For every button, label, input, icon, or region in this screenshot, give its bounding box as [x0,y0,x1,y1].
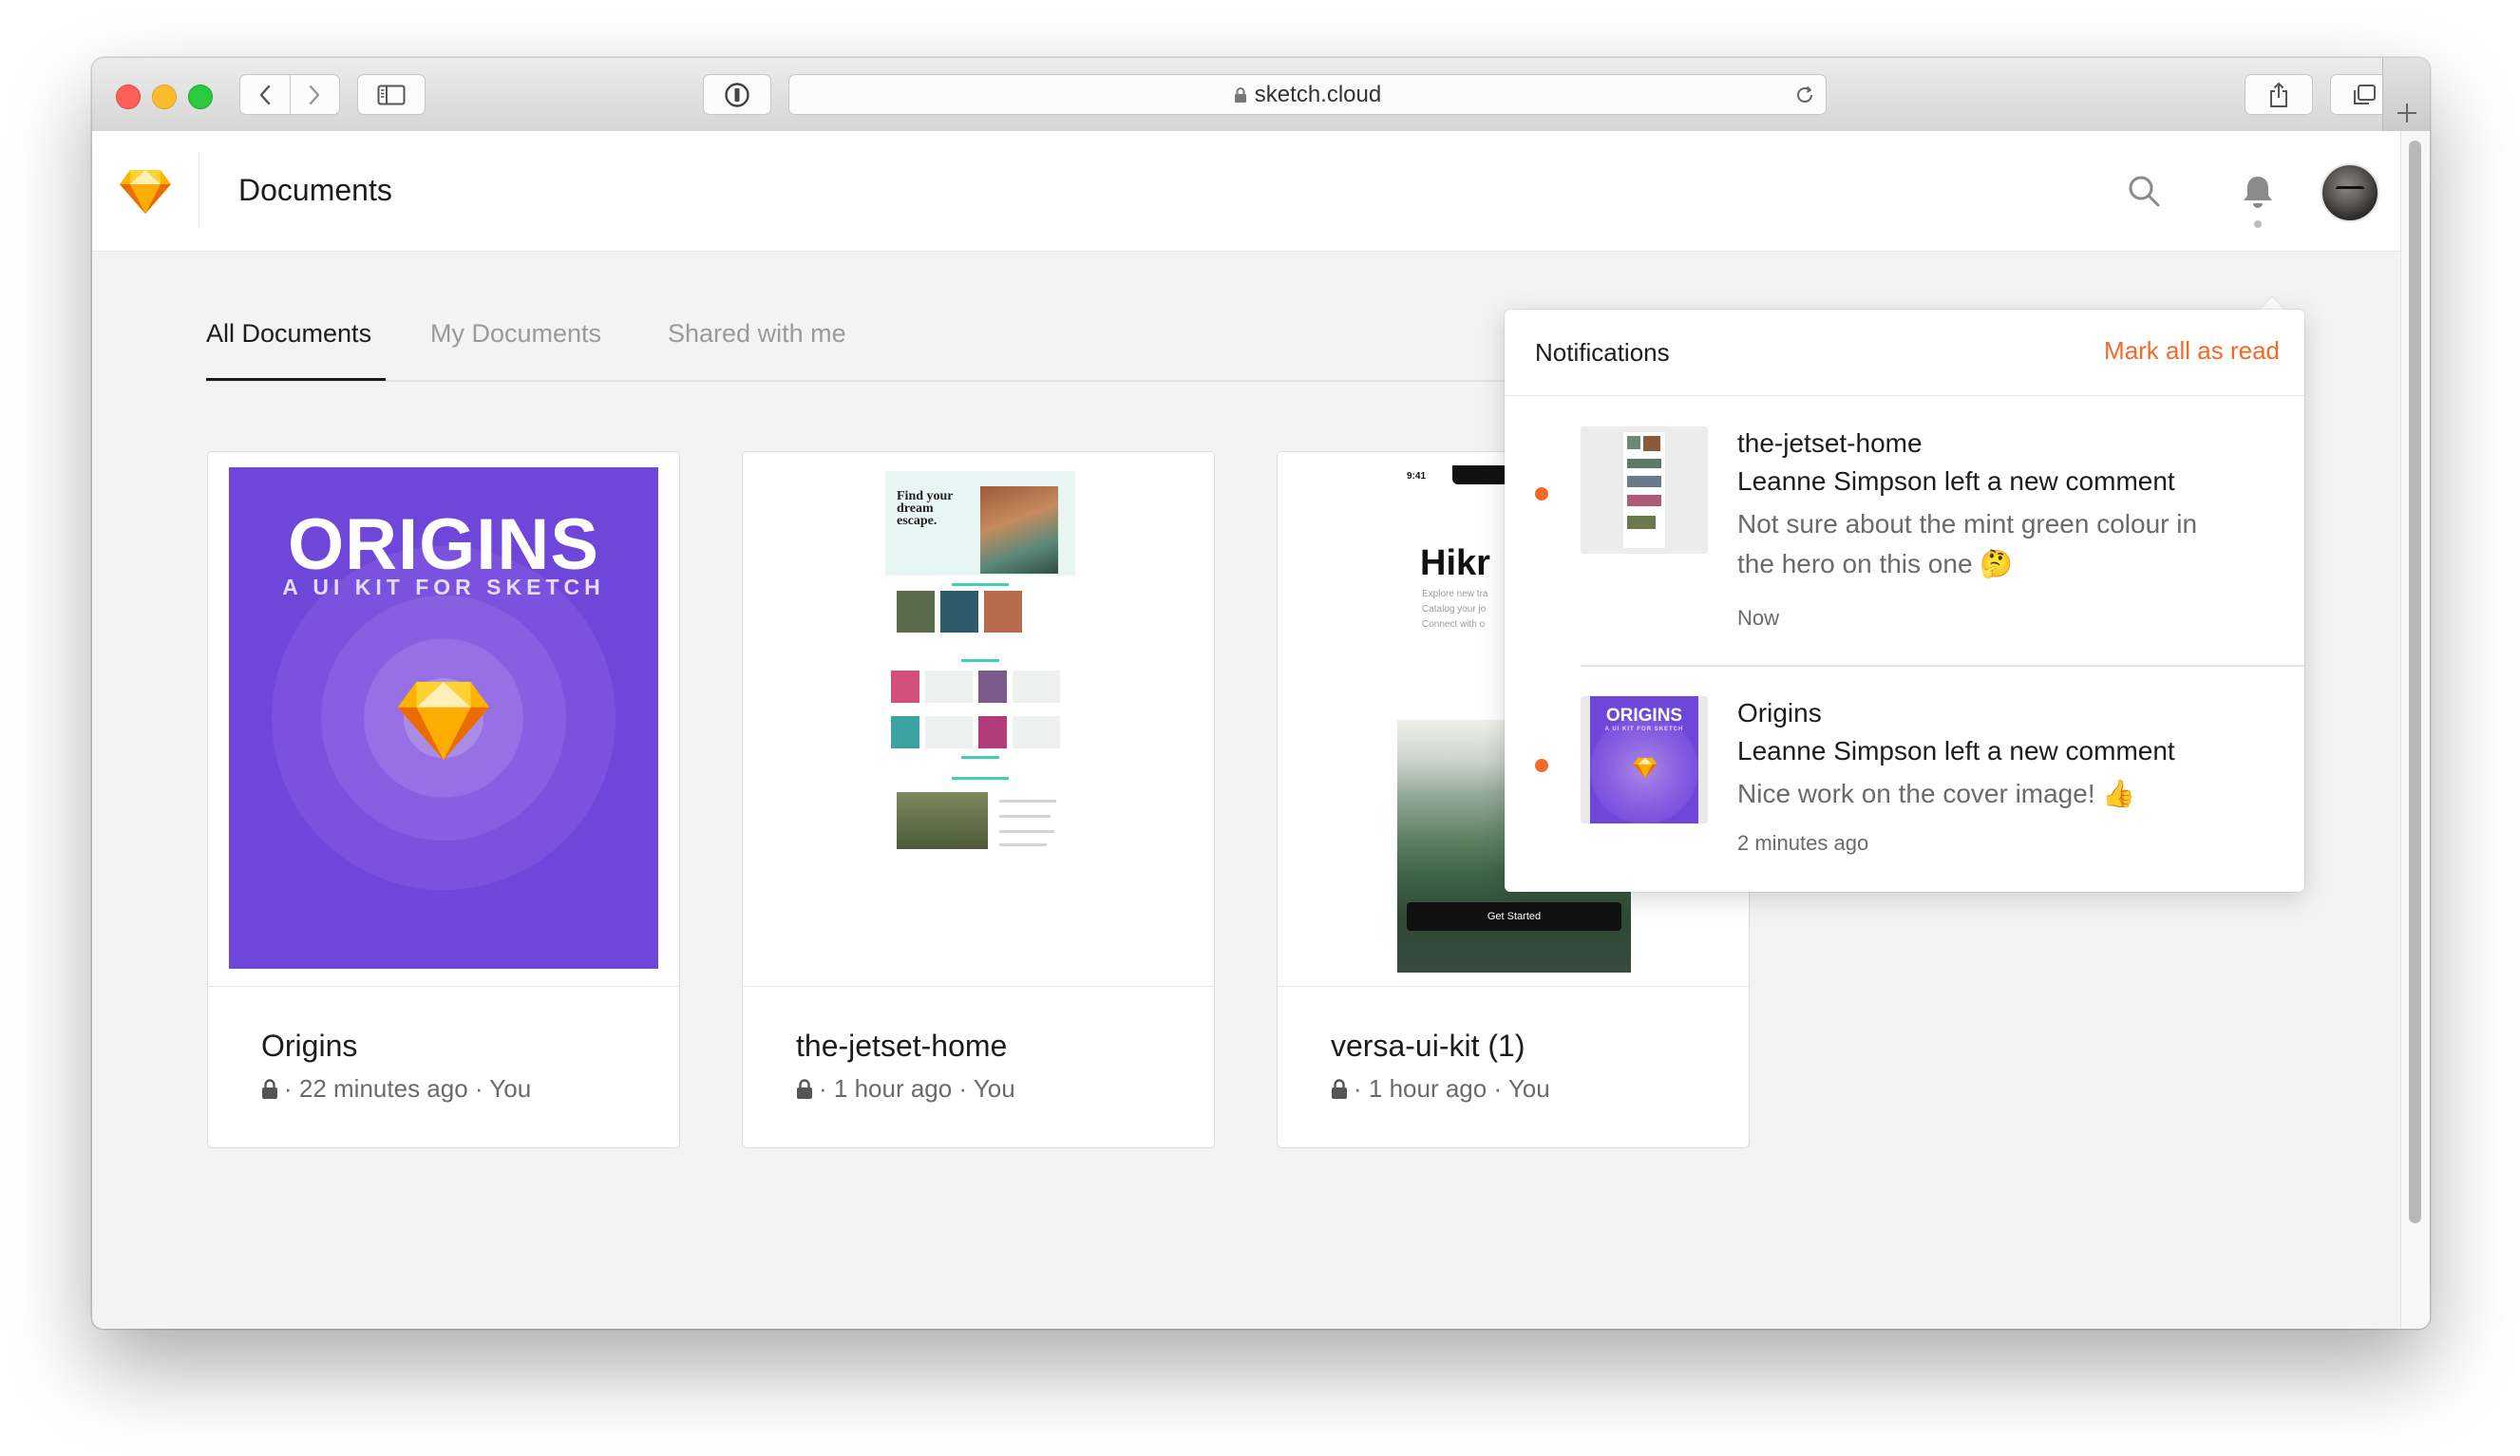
document-card-origins[interactable]: ORIGINS A UI KIT FOR SKETCH Origins · 22… [207,451,680,1148]
page-title: Documents [238,173,392,207]
lock-icon [262,1078,277,1099]
document-title[interactable]: Origins [261,1029,357,1064]
url-text: sketch.cloud [1254,81,1382,107]
unread-dot [1535,759,1548,772]
notifications-popover: Notifications Mark all as read the-jetse… [1505,310,2304,892]
page-content: Documents All Documents My Documents Sha… [92,131,2401,1329]
mark-all-read-button[interactable]: Mark all as read [2104,336,2280,366]
document-meta: · 1 hour ago · You [1331,1074,1550,1104]
notification-item[interactable]: ORIGINS A UI KIT FOR SKETCH Origins Lean… [1505,665,2304,935]
notification-action: Leanne Simpson left a new comment [1737,736,2175,766]
browser-window: sketch.cloud Documents All Documents My … [92,58,2430,1329]
lock-icon [1234,86,1246,103]
minimize-window-button[interactable] [152,85,177,109]
share-button[interactable] [2245,74,2313,115]
reload-icon[interactable] [1793,84,1816,106]
bell-icon[interactable] [2239,174,2277,210]
lock-icon [797,1078,812,1099]
notification-thumbnail: ORIGINS A UI KIT FOR SKETCH [1581,696,1708,823]
document-thumbnail[interactable]: ORIGINS A UI KIT FOR SKETCH [208,452,679,987]
origins-cover-image: ORIGINS A UI KIT FOR SKETCH [229,467,658,969]
document-title[interactable]: versa-ui-kit (1) [1331,1029,1525,1064]
document-meta: · 22 minutes ago · You [261,1074,531,1104]
plus-icon [2397,104,2416,123]
active-tab-indicator [206,378,386,381]
back-button[interactable] [240,75,290,114]
chevron-right-icon [310,85,320,104]
notification-comment: Not sure about the mint green colour in … [1737,509,2198,578]
avatar[interactable] [2321,163,2379,222]
page-scrollbar[interactable] [2400,131,2430,1329]
notification-document: Origins [1737,698,1822,728]
password-manager-icon [725,82,749,107]
tab-shared-with-me[interactable]: Shared with me [668,319,846,349]
forward-button[interactable] [291,75,340,114]
notification-time: 2 minutes ago [1737,831,1869,855]
document-title[interactable]: the-jetset-home [796,1029,1007,1064]
navigation-buttons [239,74,340,115]
sketch-diamond-icon [397,681,490,761]
notification-indicator [2254,220,2262,228]
notification-document: the-jetset-home [1737,428,1923,458]
document-thumbnail[interactable]: Find your dream escape. [743,452,1214,987]
share-icon [2270,82,2287,107]
document-card-the-jetset-home[interactable]: Find your dream escape. the-jetset-home … [742,451,1215,1148]
notification-thumbnail [1581,426,1708,554]
sketch-diamond-icon [1633,757,1658,779]
document-meta: · 1 hour ago · You [796,1074,1015,1104]
chevron-left-icon [259,85,270,104]
password-manager-button[interactable] [703,74,771,115]
address-bar[interactable]: sketch.cloud [788,74,1827,115]
lock-icon [1332,1078,1347,1099]
fullscreen-window-button[interactable] [188,85,213,109]
app-header: Documents [92,131,2401,252]
tab-my-documents[interactable]: My Documents [430,319,601,349]
notifications-title: Notifications [1535,338,1670,367]
sketch-logo-icon[interactable] [119,169,172,215]
new-tab-button[interactable] [2382,58,2430,131]
unread-dot [1535,487,1548,501]
close-window-button[interactable] [116,85,141,109]
search-icon[interactable] [2127,174,2161,208]
notification-time: Now [1737,606,1780,630]
scrollbar-thumb[interactable] [2409,141,2421,1223]
notification-item[interactable]: the-jetset-home Leanne Simpson left a ne… [1505,395,2304,665]
browser-toolbar: sketch.cloud [92,58,2430,132]
sidebar-icon [377,85,406,104]
sidebar-button[interactable] [357,74,426,115]
tab-all-documents[interactable]: All Documents [206,319,371,349]
tabs-divider [206,380,1669,382]
notification-comment: Nice work on the cover image! 👍 [1737,779,2136,808]
tabs-icon [2354,84,2376,104]
notification-action: Leanne Simpson left a new comment [1737,466,2175,496]
notifications-header: Notifications Mark all as read [1505,310,2304,396]
